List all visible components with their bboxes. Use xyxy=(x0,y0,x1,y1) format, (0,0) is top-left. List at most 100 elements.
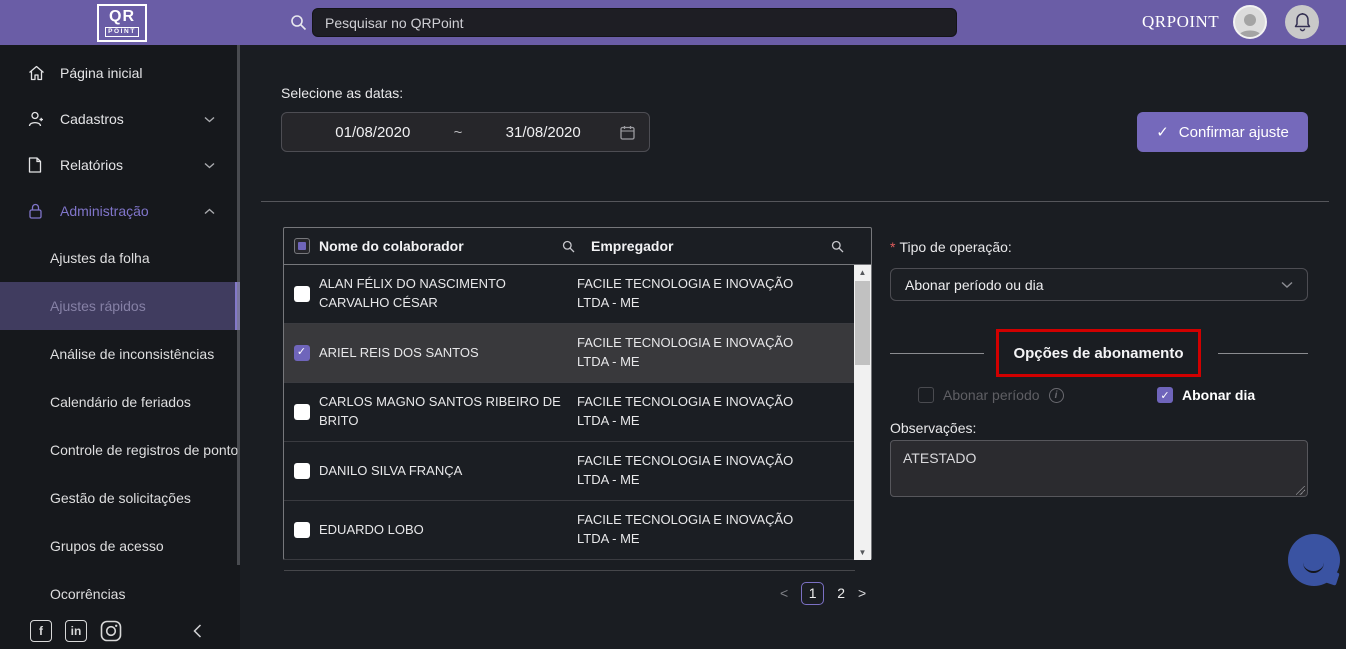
table-row[interactable]: CARLOS MAGNO SANTOS RIBEIRO DE BRITO FAC… xyxy=(284,383,871,442)
table-overflow-line xyxy=(284,570,855,571)
pagination-prev-icon[interactable]: < xyxy=(780,585,788,601)
check-icon: ✓ xyxy=(297,345,306,361)
row-checkbox[interactable] xyxy=(294,522,310,538)
subitem-label: Ajustes da folha xyxy=(50,250,150,266)
section-title: Opções de abonamento xyxy=(1013,345,1183,362)
table-row[interactable]: DANILO SILVA FRANÇA FACILE TECNOLOGIA E … xyxy=(284,442,871,501)
pagination-next-icon[interactable]: > xyxy=(858,585,866,601)
row-checkbox-checked[interactable]: ✓ xyxy=(294,345,310,361)
column-search-icon[interactable] xyxy=(562,240,575,253)
employer-name: FACILE TECNOLOGIA E INOVAÇÃO LTDA - ME xyxy=(577,334,829,372)
abonar-dia-label: Abonar dia xyxy=(1182,387,1255,403)
column-header-employer: Empregador xyxy=(591,238,673,254)
sidebar-collapse-icon[interactable] xyxy=(193,624,202,638)
scroll-down-icon[interactable]: ▼ xyxy=(854,545,871,560)
employee-name: ARIEL REIS DOS SANTOS xyxy=(319,344,577,363)
confirm-button-label: Confirmar ajuste xyxy=(1179,124,1289,141)
annotation-red-box: Opções de abonamento xyxy=(996,329,1201,377)
sidebar-footer: f in xyxy=(0,613,240,649)
section-line-right xyxy=(1218,353,1308,354)
date-start-value: 01/08/2020 xyxy=(296,124,450,141)
pagination-page-2[interactable]: 2 xyxy=(837,585,845,601)
table-row[interactable]: ALAN FÉLIX DO NASCIMENTO CARVALHO CÉSAR … xyxy=(284,265,871,324)
sidebar-item-label: Página inicial xyxy=(60,65,143,81)
subitem-label: Controle de registros de ponto xyxy=(50,442,238,458)
global-search-input[interactable] xyxy=(312,8,957,37)
textarea-resize-handle[interactable] xyxy=(1296,486,1305,495)
sidebar-item-pagina-inicial[interactable]: Página inicial xyxy=(0,50,240,96)
employer-name: FACILE TECNOLOGIA E INOVAÇÃO LTDA - ME xyxy=(577,511,829,549)
facebook-icon[interactable]: f xyxy=(30,620,52,642)
subitem-label: Análise de inconsistências xyxy=(50,346,214,362)
row-checkbox[interactable] xyxy=(294,463,310,479)
chevron-down-icon xyxy=(1281,281,1293,289)
sidebar-subitem-analise-de-inconsistencias[interactable]: Análise de inconsistências xyxy=(0,330,240,378)
instagram-icon[interactable] xyxy=(100,620,122,642)
employee-name: CARLOS MAGNO SANTOS RIBEIRO DE BRITO xyxy=(319,393,577,431)
notes-textarea[interactable]: ATESTADO xyxy=(890,440,1308,497)
logo-subtext: POINT xyxy=(105,27,139,38)
section-line-left xyxy=(890,353,984,354)
sidebar-subitem-controle-de-registros[interactable]: Controle de registros de ponto xyxy=(0,426,240,474)
abonar-dia-checkbox[interactable]: ✓ xyxy=(1157,387,1173,403)
employer-name: FACILE TECNOLOGIA E INOVAÇÃO LTDA - ME xyxy=(577,275,829,313)
pagination: < 1 2 > xyxy=(780,581,866,605)
subitem-label: Grupos de acesso xyxy=(50,538,164,554)
user-icon xyxy=(28,111,45,127)
file-icon xyxy=(28,157,45,173)
qrpoint-logo[interactable]: QR POINT xyxy=(97,4,147,42)
employee-name: ALAN FÉLIX DO NASCIMENTO CARVALHO CÉSAR xyxy=(319,275,577,313)
sidebar-scrollbar[interactable] xyxy=(237,45,240,565)
scrollbar-thumb[interactable] xyxy=(855,281,870,365)
search-icon xyxy=(290,14,307,31)
confirm-adjustment-button[interactable]: ✓ Confirmar ajuste xyxy=(1137,112,1308,152)
linkedin-icon[interactable]: in xyxy=(65,620,87,642)
date-end-value: 31/08/2020 xyxy=(466,124,620,141)
notifications-bell-icon[interactable] xyxy=(1285,5,1319,39)
chat-bubble-button[interactable] xyxy=(1288,534,1340,586)
calendar-icon[interactable] xyxy=(620,125,635,140)
notes-label: Observações: xyxy=(890,420,976,436)
home-icon xyxy=(28,65,45,81)
sidebar-subitem-ajustes-da-folha[interactable]: Ajustes da folha xyxy=(0,234,240,282)
check-icon: ✓ xyxy=(1160,389,1169,402)
date-range-picker[interactable]: 01/08/2020 ~ 31/08/2020 xyxy=(281,112,650,152)
column-search-icon[interactable] xyxy=(831,240,844,253)
sidebar-menu: Página inicial Cadastros Relatórios xyxy=(0,45,240,618)
logo-text: QR xyxy=(109,9,135,25)
sidebar-subitem-gestao-de-solicitacoes[interactable]: Gestão de solicitações xyxy=(0,474,240,522)
table-row-selected[interactable]: ✓ ARIEL REIS DOS SANTOS FACILE TECNOLOGI… xyxy=(284,324,871,383)
sidebar-subitem-ocorrencias[interactable]: Ocorrências xyxy=(0,570,240,618)
user-avatar[interactable] xyxy=(1233,5,1267,39)
select-value: Abonar período ou dia xyxy=(905,277,1044,293)
chevron-down-icon xyxy=(204,162,215,169)
subitem-label: Ocorrências xyxy=(50,586,125,602)
abonar-periodo-checkbox[interactable] xyxy=(918,387,934,403)
sidebar-subitem-calendario-de-feriados[interactable]: Calendário de feriados xyxy=(0,378,240,426)
subitem-label: Ajustes rápidos xyxy=(50,298,146,314)
sidebar-item-cadastros[interactable]: Cadastros xyxy=(0,96,240,142)
table-scrollbar[interactable]: ▲ ▼ xyxy=(854,265,871,560)
employees-table: Nome do colaborador Empregador ALAN FÉLI… xyxy=(283,227,872,560)
sidebar-item-administracao[interactable]: Administração xyxy=(0,188,240,234)
section-divider xyxy=(261,201,1329,202)
employee-name: DANILO SILVA FRANÇA xyxy=(319,462,577,481)
sidebar-subitem-grupos-de-acesso[interactable]: Grupos de acesso xyxy=(0,522,240,570)
row-checkbox[interactable] xyxy=(294,404,310,420)
app-window: QR POINT QR POINT Página inicial xyxy=(0,0,1346,649)
employer-name: FACILE TECNOLOGIA E INOVAÇÃO LTDA - ME xyxy=(577,452,829,490)
abonar-periodo-label: Abonar período xyxy=(943,387,1040,403)
sidebar-item-relatorios[interactable]: Relatórios xyxy=(0,142,240,188)
operation-type-select[interactable]: Abonar período ou dia xyxy=(890,268,1308,301)
table-row[interactable]: EDUARDO LOBO FACILE TECNOLOGIA E INOVAÇÃ… xyxy=(284,501,871,560)
info-icon[interactable]: i xyxy=(1049,388,1064,403)
operation-type-label: *Tipo de operação: xyxy=(890,239,1012,255)
top-header: QR POINT QR POINT xyxy=(0,0,1346,45)
select-all-checkbox[interactable] xyxy=(294,238,310,254)
pagination-page-1[interactable]: 1 xyxy=(801,582,824,605)
scroll-up-icon[interactable]: ▲ xyxy=(854,265,871,280)
required-asterisk: * xyxy=(890,239,895,255)
subitem-label: Calendário de feriados xyxy=(50,394,191,410)
row-checkbox[interactable] xyxy=(294,286,310,302)
sidebar-subitem-ajustes-rapidos[interactable]: Ajustes rápidos xyxy=(0,282,240,330)
